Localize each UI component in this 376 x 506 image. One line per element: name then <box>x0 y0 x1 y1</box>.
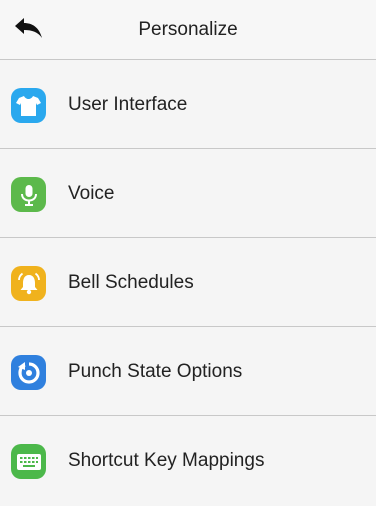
menu-item-punch-state-options[interactable]: Punch State Options <box>0 327 376 416</box>
menu-item-bell-schedules[interactable]: Bell Schedules <box>0 238 376 327</box>
menu-item-shortcut-key-mappings[interactable]: Shortcut Key Mappings <box>0 416 376 505</box>
personalize-menu: User Interface Voice Bell Schedules Punc… <box>0 60 376 505</box>
menu-item-label: Bell Schedules <box>68 272 194 293</box>
keyboard-icon <box>11 444 46 479</box>
bell-icon <box>11 266 46 301</box>
menu-item-label: Punch State Options <box>68 361 243 382</box>
menu-item-label: User Interface <box>68 94 188 115</box>
punch-state-icon <box>11 355 46 390</box>
personalize-screen: Personalize User Interface Voice Bell Sc… <box>0 0 376 504</box>
header-bar: Personalize <box>0 0 376 60</box>
page-title: Personalize <box>138 19 238 40</box>
microphone-icon <box>11 177 46 212</box>
menu-item-user-interface[interactable]: User Interface <box>0 60 376 149</box>
menu-item-voice[interactable]: Voice <box>0 149 376 238</box>
shirt-icon <box>11 88 46 123</box>
menu-item-label: Shortcut Key Mappings <box>68 450 265 471</box>
menu-item-label: Voice <box>68 183 115 204</box>
